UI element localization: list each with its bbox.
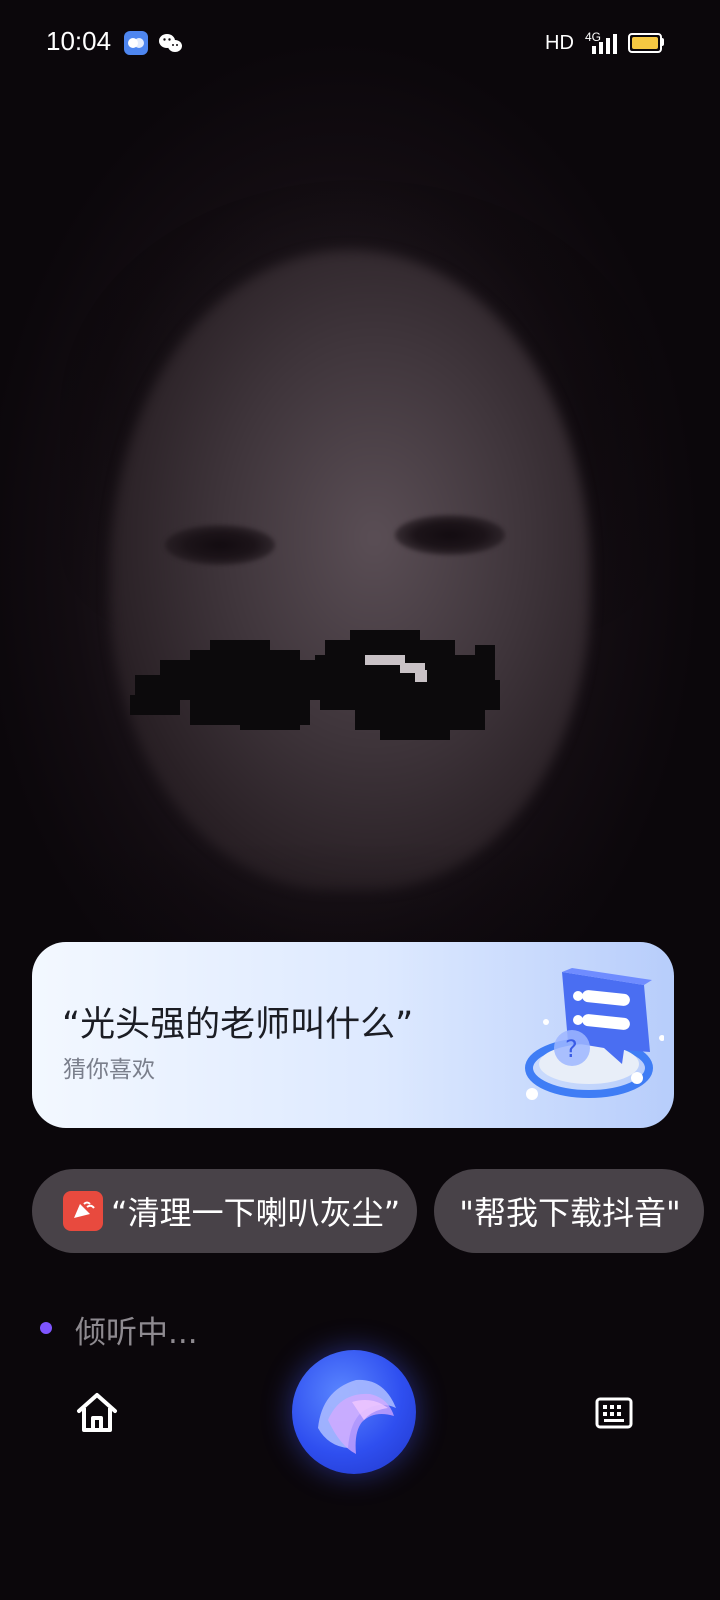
svg-text:?: ? xyxy=(565,1035,578,1063)
suggestion-card[interactable]: “光头强的老师叫什么” 猜你喜欢 ? xyxy=(32,942,674,1128)
suggestion-subtitle: 猜你喜欢 xyxy=(63,1057,155,1083)
wechat-icon xyxy=(158,31,182,55)
t-box-icon xyxy=(124,31,148,55)
suggestion-chip-download-douyin[interactable]: "帮我下载抖音" xyxy=(434,1169,704,1253)
hd-label: HD xyxy=(545,32,574,54)
chip-label: "帮我下载抖音" xyxy=(459,1194,681,1232)
voice-assistant-orb-icon[interactable] xyxy=(292,1350,416,1474)
home-icon[interactable] xyxy=(74,1390,120,1436)
keyboard-icon[interactable] xyxy=(594,1393,634,1433)
listening-status: 倾听中... xyxy=(75,1315,198,1351)
camera-face xyxy=(110,250,590,890)
camera-right-eye xyxy=(395,515,505,555)
suggestion-title: “光头强的老师叫什么” xyxy=(62,1005,414,1045)
speaker-clean-icon xyxy=(63,1191,103,1231)
status-time: 10:04 xyxy=(46,26,112,56)
suggestion-chip-clean-speaker[interactable]: “清理一下喇叭灰尘” xyxy=(32,1169,417,1253)
battery-icon xyxy=(628,33,662,53)
chat-question-illustration: ? xyxy=(525,968,664,1100)
chip-label: “清理一下喇叭灰尘” xyxy=(111,1194,401,1232)
battery-tip xyxy=(661,38,664,46)
voice-assistant-screen: 10:04 HD 4G “光头强的老师叫什么” 猜你喜欢 ? “清理一下喇叭灰尘… xyxy=(0,0,720,1600)
status-bar: 10:04 HD 4G xyxy=(0,0,720,86)
camera-left-eye xyxy=(165,525,275,565)
signal-icon xyxy=(592,34,617,54)
listening-dot xyxy=(40,1322,52,1334)
battery-level xyxy=(632,37,658,49)
mustache-filter-icon xyxy=(130,630,500,740)
